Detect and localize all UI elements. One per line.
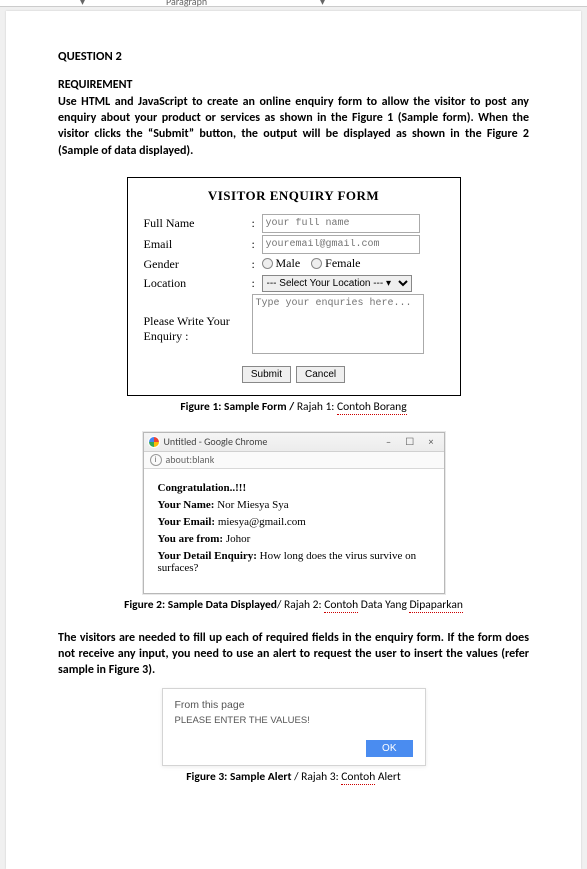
chrome-icon xyxy=(148,436,160,448)
alert-message: PLEASE ENTER THE VALUES! xyxy=(175,715,413,726)
cancel-button[interactable]: Cancel xyxy=(296,366,345,383)
document-page: QUESTION 2 REQUIREMENT Use HTML and Java… xyxy=(6,11,581,869)
congrat-text: Congratulation..!!! xyxy=(158,482,247,494)
textarea-enquiry[interactable] xyxy=(252,294,424,354)
editor-toolbar: ▾ Paragraph ▾ xyxy=(0,0,587,7)
window-titlebar: Untitled - Google Chrome – ☐ × xyxy=(144,433,444,452)
select-location[interactable]: --- Select Your Location --- ▾ xyxy=(262,275,412,292)
figure2-window: Untitled - Google Chrome – ☐ × i about:b… xyxy=(143,432,445,594)
caption-figure1: Figure 1: Sample Form / Rajah 1: Contoh … xyxy=(58,400,529,414)
radio-icon xyxy=(311,258,322,269)
requirement-heading: REQUIREMENT xyxy=(58,78,529,92)
label-email: Email xyxy=(144,237,252,252)
info-icon: i xyxy=(150,454,162,466)
radio-male[interactable]: Male xyxy=(262,256,301,271)
label-location: Location xyxy=(144,276,252,291)
caption-figure2: Figure 2: Sample Data Displayed/ Rajah 2… xyxy=(58,598,529,612)
window-controls[interactable]: – ☐ × xyxy=(386,435,439,448)
question-title: QUESTION 2 xyxy=(58,49,529,64)
row-fullname: Full Name : xyxy=(144,214,444,233)
toolbar-dropdown-icon[interactable]: ▾ xyxy=(320,0,325,8)
toolbar-dropdown-icon[interactable]: ▾ xyxy=(80,0,85,8)
form-buttons: Submit Cancel xyxy=(144,366,444,383)
label-gender: Gender xyxy=(144,257,252,272)
label-fullname: Full Name xyxy=(144,216,252,231)
form-title: VISITOR ENQUIRY FORM xyxy=(144,188,444,204)
input-email[interactable] xyxy=(262,235,420,254)
submit-button[interactable]: Submit xyxy=(242,366,291,383)
radio-female[interactable]: Female xyxy=(311,256,360,271)
paragraph-2: The visitors are needed to fill up each … xyxy=(58,630,529,679)
input-fullname[interactable] xyxy=(262,214,420,233)
radio-icon xyxy=(262,258,273,269)
caption-figure3: Figure 3: Sample Alert / Rajah 3: Contoh… xyxy=(58,770,529,784)
toolbar-style-label[interactable]: Paragraph xyxy=(166,0,207,8)
row-enquiry: Please Write Your Enquiry : xyxy=(144,294,444,358)
figure3-alert: From this page PLEASE ENTER THE VALUES! … xyxy=(162,688,426,766)
alert-ok-button[interactable]: OK xyxy=(366,740,412,757)
window-body: Congratulation..!!! Your Name: Nor Miesy… xyxy=(144,469,444,593)
address-text: about:blank xyxy=(166,453,215,466)
alert-origin: From this page xyxy=(175,699,413,711)
label-enquiry: Please Write Your Enquiry : xyxy=(144,314,252,344)
figure1-form: VISITOR ENQUIRY FORM Full Name : Email :… xyxy=(127,177,461,396)
window-title: Untitled - Google Chrome xyxy=(164,435,268,448)
row-location: Location : --- Select Your Location --- … xyxy=(144,275,444,292)
row-email: Email : xyxy=(144,235,444,254)
requirement-body: Use HTML and JavaScript to create an onl… xyxy=(58,94,529,159)
address-bar[interactable]: i about:blank xyxy=(144,452,444,469)
row-gender: Gender : Male Female xyxy=(144,256,444,273)
